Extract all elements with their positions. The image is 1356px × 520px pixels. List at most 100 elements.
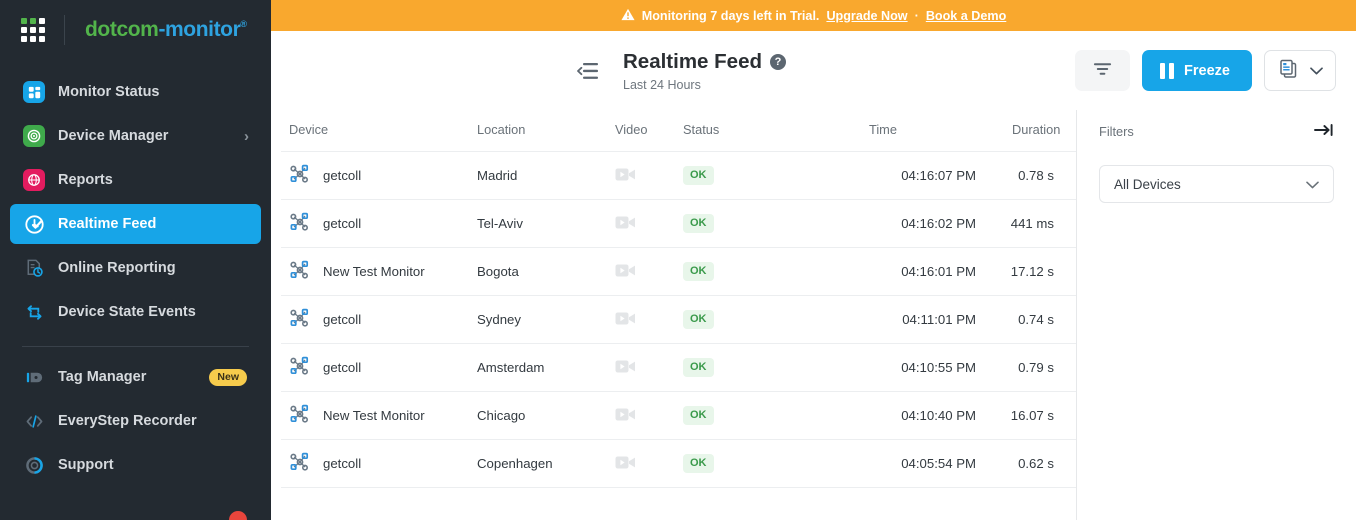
cell-video[interactable] xyxy=(615,199,683,248)
network-nodes-icon xyxy=(289,163,311,188)
cell-location: Copenhagen xyxy=(477,439,615,488)
cell-duration: 0.79 s xyxy=(976,343,1076,392)
status-badge: OK xyxy=(683,262,714,281)
sidebar-item-label: Reports xyxy=(58,172,113,188)
sidebar-item-label: Device Manager xyxy=(58,128,169,144)
sidebar-item-monitor-status[interactable]: Monitor Status xyxy=(10,72,261,112)
sidebar-item-device-state-events[interactable]: Device State Events xyxy=(10,292,261,332)
chevron-down-icon xyxy=(1306,177,1319,192)
chevron-down-icon[interactable] xyxy=(1309,64,1323,78)
video-camera-icon[interactable] xyxy=(615,312,636,329)
cell-video[interactable] xyxy=(615,439,683,488)
filters-pane: Filters All Devices xyxy=(1077,110,1356,520)
network-nodes-icon xyxy=(289,355,311,380)
brand-name-part1: dotcom xyxy=(85,18,159,41)
column-header-duration[interactable]: Duration xyxy=(976,110,1076,152)
collapse-panel-right-icon[interactable] xyxy=(1314,122,1334,141)
sidebar-nav: Monitor Status Device Manager › Reports xyxy=(0,72,271,485)
table-row[interactable]: New Test Monitor Bogota OK 04:16:01 PM 17.12… xyxy=(281,247,1076,296)
sidebar-item-online-reporting[interactable]: Online Reporting xyxy=(10,248,261,288)
cell-location: Amsterdam xyxy=(477,343,615,392)
sidebar-item-everystep-recorder[interactable]: EveryStep Recorder xyxy=(10,401,261,441)
content-split: Device Location Video Status Time Durati… xyxy=(271,110,1356,520)
table-row[interactable]: getcoll Amsterdam OK 04:10:55 PM 0.79 s xyxy=(281,343,1076,392)
device-filter-select[interactable]: All Devices xyxy=(1099,165,1334,203)
cell-video[interactable] xyxy=(615,151,683,200)
sidebar-item-device-manager[interactable]: Device Manager › xyxy=(10,116,261,156)
column-header-time[interactable]: Time xyxy=(841,110,976,152)
export-button[interactable] xyxy=(1264,50,1336,91)
trial-banner: Monitoring 7 days left in Trial. Upgrade… xyxy=(271,0,1356,31)
sidebar-item-reports[interactable]: Reports xyxy=(10,160,261,200)
column-header-status[interactable]: Status xyxy=(683,110,841,152)
cell-video[interactable] xyxy=(615,343,683,392)
video-camera-icon[interactable] xyxy=(615,168,636,185)
trial-message: Monitoring 7 days left in Trial. xyxy=(641,8,820,23)
upgrade-now-link[interactable]: Upgrade Now xyxy=(826,9,907,23)
sidebar-item-label: Monitor Status xyxy=(58,84,160,100)
column-header-video[interactable]: Video xyxy=(615,110,683,152)
sidebar-item-label: Support xyxy=(58,457,114,473)
apps-grid-icon[interactable] xyxy=(20,17,46,43)
table-row[interactable]: getcoll Sydney OK 04:11:01 PM 0.74 s xyxy=(281,295,1076,344)
book-a-demo-link[interactable]: Book a Demo xyxy=(926,9,1006,23)
cell-video[interactable] xyxy=(615,247,683,296)
filter-funnel-icon xyxy=(1093,62,1112,79)
chevron-right-icon[interactable]: › xyxy=(244,128,249,145)
video-camera-icon[interactable] xyxy=(615,216,636,233)
table-header-row: Device Location Video Status Time Durati… xyxy=(281,110,1076,152)
cell-device: New Test Monitor xyxy=(281,247,477,296)
video-camera-icon[interactable] xyxy=(615,456,636,473)
brand-name-part2: -monitor xyxy=(158,18,241,41)
main-area: Monitoring 7 days left in Trial. Upgrade… xyxy=(271,0,1356,520)
table-row[interactable]: getcoll Tel-Aviv OK 04:16:02 PM 441 ms xyxy=(281,199,1076,248)
sidebar-item-label: Tag Manager xyxy=(58,369,147,385)
notification-badge[interactable] xyxy=(229,511,247,520)
sidebar-item-label: Online Reporting xyxy=(58,260,176,276)
cell-status: OK xyxy=(683,151,841,200)
network-nodes-icon xyxy=(289,451,311,476)
sidebar-item-label: Device State Events xyxy=(58,304,196,320)
header-actions: Freeze xyxy=(1075,50,1336,91)
freeze-button[interactable]: Freeze xyxy=(1142,50,1252,91)
cell-status: OK xyxy=(683,295,841,344)
device-name: New Test Monitor xyxy=(323,264,425,279)
page-title-block: Realtime Feed ? Last 24 Hours xyxy=(623,50,1075,92)
table-row[interactable]: New Test Monitor Chicago OK 04:10:40 PM 16.0… xyxy=(281,391,1076,440)
cell-status: OK xyxy=(683,199,841,248)
realtime-feed-table: Device Location Video Status Time Durati… xyxy=(281,110,1076,488)
video-camera-icon[interactable] xyxy=(615,264,636,281)
video-camera-icon[interactable] xyxy=(615,360,636,377)
page-header: Realtime Feed ? Last 24 Hours Freeze xyxy=(271,31,1356,110)
device-filter-value: All Devices xyxy=(1114,176,1181,192)
clock-check-icon xyxy=(22,212,46,236)
export-document-icon xyxy=(1278,58,1300,83)
page-subtitle: Last 24 Hours xyxy=(623,77,701,92)
device-name: getcoll xyxy=(323,456,362,471)
cell-duration: 0.78 s xyxy=(976,151,1076,200)
cell-device: getcoll xyxy=(281,199,477,248)
sidebar-item-tag-manager[interactable]: Tag Manager New xyxy=(10,357,261,397)
sidebar-item-realtime-feed[interactable]: Realtime Feed xyxy=(10,204,261,244)
help-question-icon[interactable]: ? xyxy=(770,53,786,70)
column-header-location[interactable]: Location xyxy=(477,110,615,152)
link-separator: · xyxy=(914,8,919,23)
status-badge: OK xyxy=(683,310,714,329)
table-row[interactable]: getcoll Madrid OK 04:16:07 PM 0.78 s xyxy=(281,151,1076,200)
device-name: getcoll xyxy=(323,312,362,327)
cell-video[interactable] xyxy=(615,391,683,440)
cell-time: 04:10:55 PM xyxy=(841,343,976,392)
freeze-button-label: Freeze xyxy=(1184,62,1230,79)
column-header-device[interactable]: Device xyxy=(281,110,477,152)
cell-time: 04:16:02 PM xyxy=(841,199,976,248)
cell-video[interactable] xyxy=(615,295,683,344)
network-nodes-icon xyxy=(289,211,311,236)
sidebar-item-support[interactable]: Support xyxy=(10,445,261,485)
filter-button[interactable] xyxy=(1075,50,1131,91)
video-camera-icon[interactable] xyxy=(615,408,636,425)
status-badge: OK xyxy=(683,358,714,377)
brand-logo[interactable]: dotcom-monitor® xyxy=(0,0,271,60)
network-nodes-icon xyxy=(289,403,311,428)
collapse-sidebar-icon[interactable] xyxy=(571,54,605,88)
table-row[interactable]: getcoll Copenhagen OK 04:05:54 PM 0.62 s xyxy=(281,439,1076,488)
